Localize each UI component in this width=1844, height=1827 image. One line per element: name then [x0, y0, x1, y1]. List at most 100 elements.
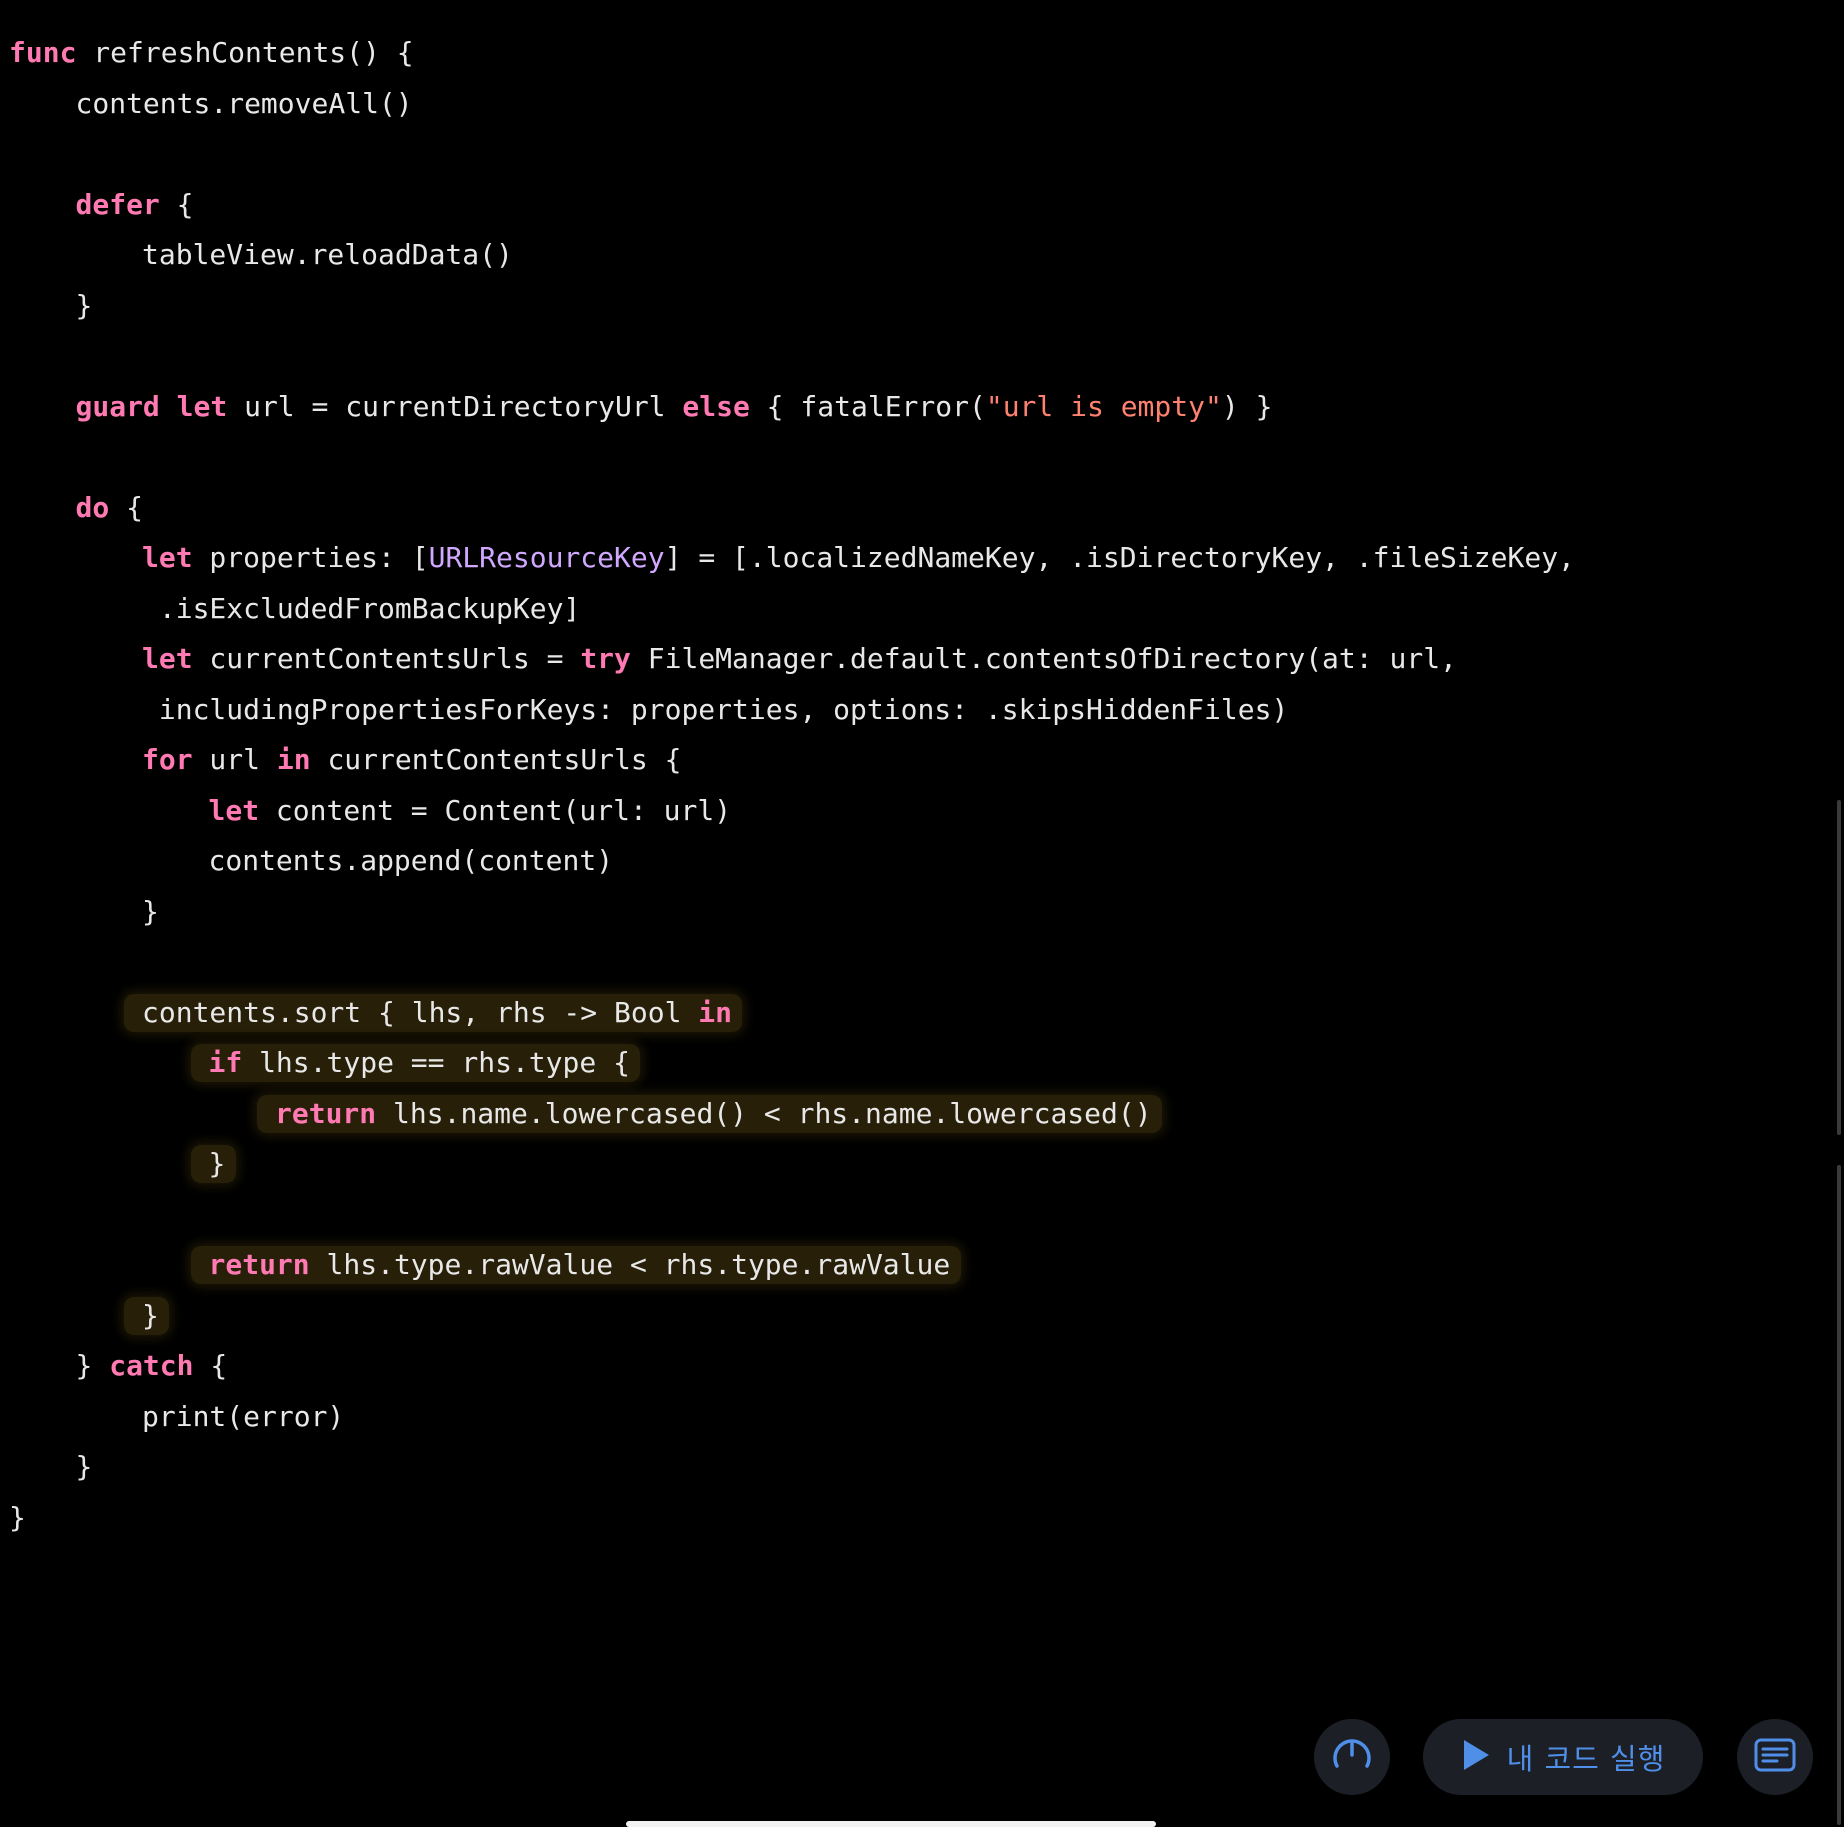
- code-line[interactable]: [9, 432, 1784, 483]
- code-line[interactable]: contents.removeAll(): [9, 79, 1784, 130]
- code-line[interactable]: includingPropertiesForKeys: properties, …: [9, 685, 1784, 736]
- code-token: ] = [.localizedNameKey, .isDirectoryKey,…: [664, 541, 1575, 574]
- code-line[interactable]: }: [9, 281, 1784, 332]
- code-line[interactable]: }: [9, 1139, 1784, 1190]
- code-line[interactable]: } catch {: [9, 1341, 1784, 1392]
- code-line[interactable]: }: [9, 1291, 1784, 1342]
- code-line[interactable]: contents.append(content): [9, 836, 1784, 887]
- code-line-text: }: [142, 895, 159, 928]
- code-line-text: for url in currentContentsUrls {: [142, 743, 681, 776]
- code-line[interactable]: return lhs.type.rawValue < rhs.type.rawV…: [9, 1240, 1784, 1291]
- code-token: url = currentDirectoryUrl: [227, 389, 683, 423]
- code-line-text: .isExcludedFromBackupKey]: [142, 592, 580, 625]
- code-token: catch: [109, 1349, 194, 1382]
- code-line-text: print(error): [142, 1400, 344, 1433]
- code-editor[interactable]: func refreshContents() { contents.removeA…: [9, 28, 1784, 1543]
- code-line-text: }: [9, 1501, 26, 1534]
- code-token: let: [208, 793, 260, 827]
- code-line[interactable]: [9, 1190, 1784, 1241]
- speed-button[interactable]: [1314, 1719, 1390, 1795]
- code-token: url: [192, 743, 277, 776]
- code-line[interactable]: if lhs.type == rhs.type {: [9, 1038, 1784, 1089]
- code-line[interactable]: let properties: [URLResourceKey] = [.loc…: [9, 533, 1784, 584]
- text-panel-icon: [1753, 1735, 1797, 1779]
- code-line-text: defer {: [76, 188, 194, 221]
- code-token: in: [276, 743, 311, 776]
- code-line-text: let content = Content(url: url): [209, 794, 732, 827]
- code-line-text: return lhs.name.lowercased() < rhs.name.…: [275, 1097, 1152, 1130]
- code-line[interactable]: }: [9, 1493, 1784, 1544]
- code-line[interactable]: .isExcludedFromBackupKey]: [9, 584, 1784, 635]
- code-token: lhs.name.lowercased() < rhs.name.lowerca…: [376, 1096, 1152, 1130]
- code-token: tableView.reloadData(): [142, 238, 513, 271]
- code-token: ) }: [1221, 389, 1273, 423]
- run-my-code-button[interactable]: 내 코드 실행: [1423, 1719, 1703, 1795]
- code-line-text: includingPropertiesForKeys: properties, …: [142, 693, 1288, 726]
- home-indicator[interactable]: [626, 1821, 1156, 1827]
- play-icon: [1461, 1738, 1491, 1776]
- code-token: }: [75, 1349, 110, 1382]
- code-token: func: [9, 36, 77, 69]
- code-line-text: func refreshContents() {: [9, 36, 414, 69]
- code-line-text: guard let url = currentDirectoryUrl else…: [76, 390, 1273, 423]
- code-line[interactable]: do {: [9, 483, 1784, 534]
- code-token: contents.removeAll(): [75, 86, 413, 120]
- code-token: else: [682, 389, 750, 423]
- code-token: }: [9, 1500, 26, 1534]
- code-token: { fatalError(: [749, 389, 986, 423]
- code-token: includingPropertiesForKeys: properties, …: [142, 692, 1289, 726]
- code-line[interactable]: [9, 937, 1784, 988]
- code-token: let: [142, 541, 193, 574]
- code-line-text: } catch {: [76, 1349, 228, 1382]
- code-token: FileManager.default.contentsOfDirectory(…: [630, 642, 1457, 675]
- code-line-text: }: [209, 1147, 226, 1180]
- code-line[interactable]: }: [9, 1442, 1784, 1493]
- panel-toggle-button[interactable]: [1737, 1719, 1813, 1795]
- code-token: lhs.type == rhs.type {: [242, 1046, 630, 1079]
- code-token: properties: [: [192, 541, 429, 574]
- code-line[interactable]: for url in currentContentsUrls {: [9, 735, 1784, 786]
- code-line[interactable]: [9, 129, 1784, 180]
- code-line-text: do {: [76, 491, 143, 524]
- code-token: "url is empty": [985, 389, 1222, 423]
- code-token: }: [75, 1450, 93, 1483]
- code-token: for: [142, 743, 193, 776]
- code-line[interactable]: }: [9, 887, 1784, 938]
- code-token: }: [142, 1298, 159, 1332]
- scrollbar-upper[interactable]: [1837, 800, 1841, 1135]
- code-token: contents.append(content): [208, 844, 614, 877]
- run-button-label: 내 코드 실행: [1506, 1742, 1666, 1776]
- code-line[interactable]: func refreshContents() {: [9, 28, 1784, 79]
- code-token: refreshContents() {: [76, 36, 414, 69]
- code-token: }: [142, 894, 159, 928]
- code-line[interactable]: [9, 331, 1784, 382]
- speedometer-icon: [1327, 1730, 1377, 1784]
- code-token: {: [159, 187, 194, 221]
- code-line[interactable]: return lhs.name.lowercased() < rhs.name.…: [9, 1089, 1784, 1140]
- code-line-text: let properties: [URLResourceKey] = [.loc…: [142, 541, 1575, 574]
- code-line[interactable]: let content = Content(url: url): [9, 786, 1784, 837]
- code-line[interactable]: let currentContentsUrls = try FileManage…: [9, 634, 1784, 685]
- code-line[interactable]: guard let url = currentDirectoryUrl else…: [9, 382, 1784, 433]
- code-line-text: contents.sort { lhs, rhs -> Bool in: [142, 996, 732, 1029]
- code-line[interactable]: tableView.reloadData(): [9, 230, 1784, 281]
- code-line-text: }: [142, 1299, 159, 1332]
- code-token: print(error): [142, 1399, 345, 1433]
- scrollbar-lower[interactable]: [1837, 1165, 1841, 1825]
- code-line-text: contents.append(content): [209, 844, 614, 877]
- code-line[interactable]: print(error): [9, 1392, 1784, 1443]
- code-line-text: }: [76, 1450, 93, 1483]
- code-token: return: [275, 1096, 377, 1130]
- code-line[interactable]: defer {: [9, 180, 1784, 231]
- code-token: {: [193, 1349, 228, 1382]
- code-line[interactable]: contents.sort { lhs, rhs -> Bool in: [9, 988, 1784, 1039]
- code-token: {: [109, 490, 143, 524]
- code-token: let: [142, 642, 193, 675]
- code-line-text: }: [76, 289, 93, 322]
- code-token: content = Content(url: url): [259, 793, 732, 827]
- code-token: currentContentsUrls {: [310, 743, 682, 776]
- code-token: if: [208, 1046, 243, 1079]
- code-token: }: [208, 1147, 226, 1180]
- code-line-text: return lhs.type.rawValue < rhs.type.rawV…: [209, 1248, 951, 1281]
